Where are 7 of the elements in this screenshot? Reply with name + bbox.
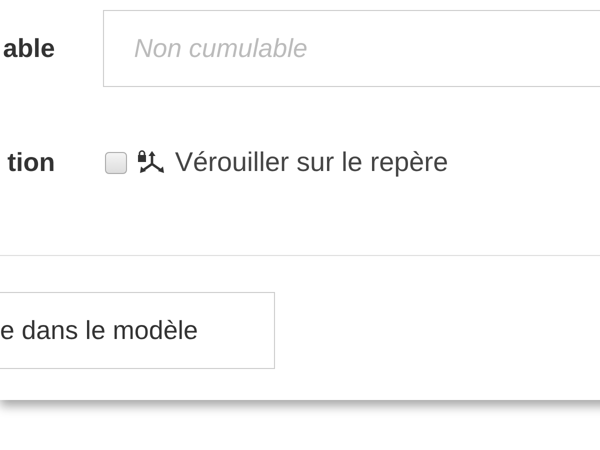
field-label: able [2,33,55,63]
button[interactable]: e dans le modèle [0,292,275,369]
locked-axes-icon [137,150,165,176]
checkbox[interactable] [105,152,127,174]
text-field[interactable]: Non cumulable [103,10,600,87]
field-label: tion [7,147,55,177]
checkbox-label[interactable]: Vérouiller sur le repère [175,147,448,178]
